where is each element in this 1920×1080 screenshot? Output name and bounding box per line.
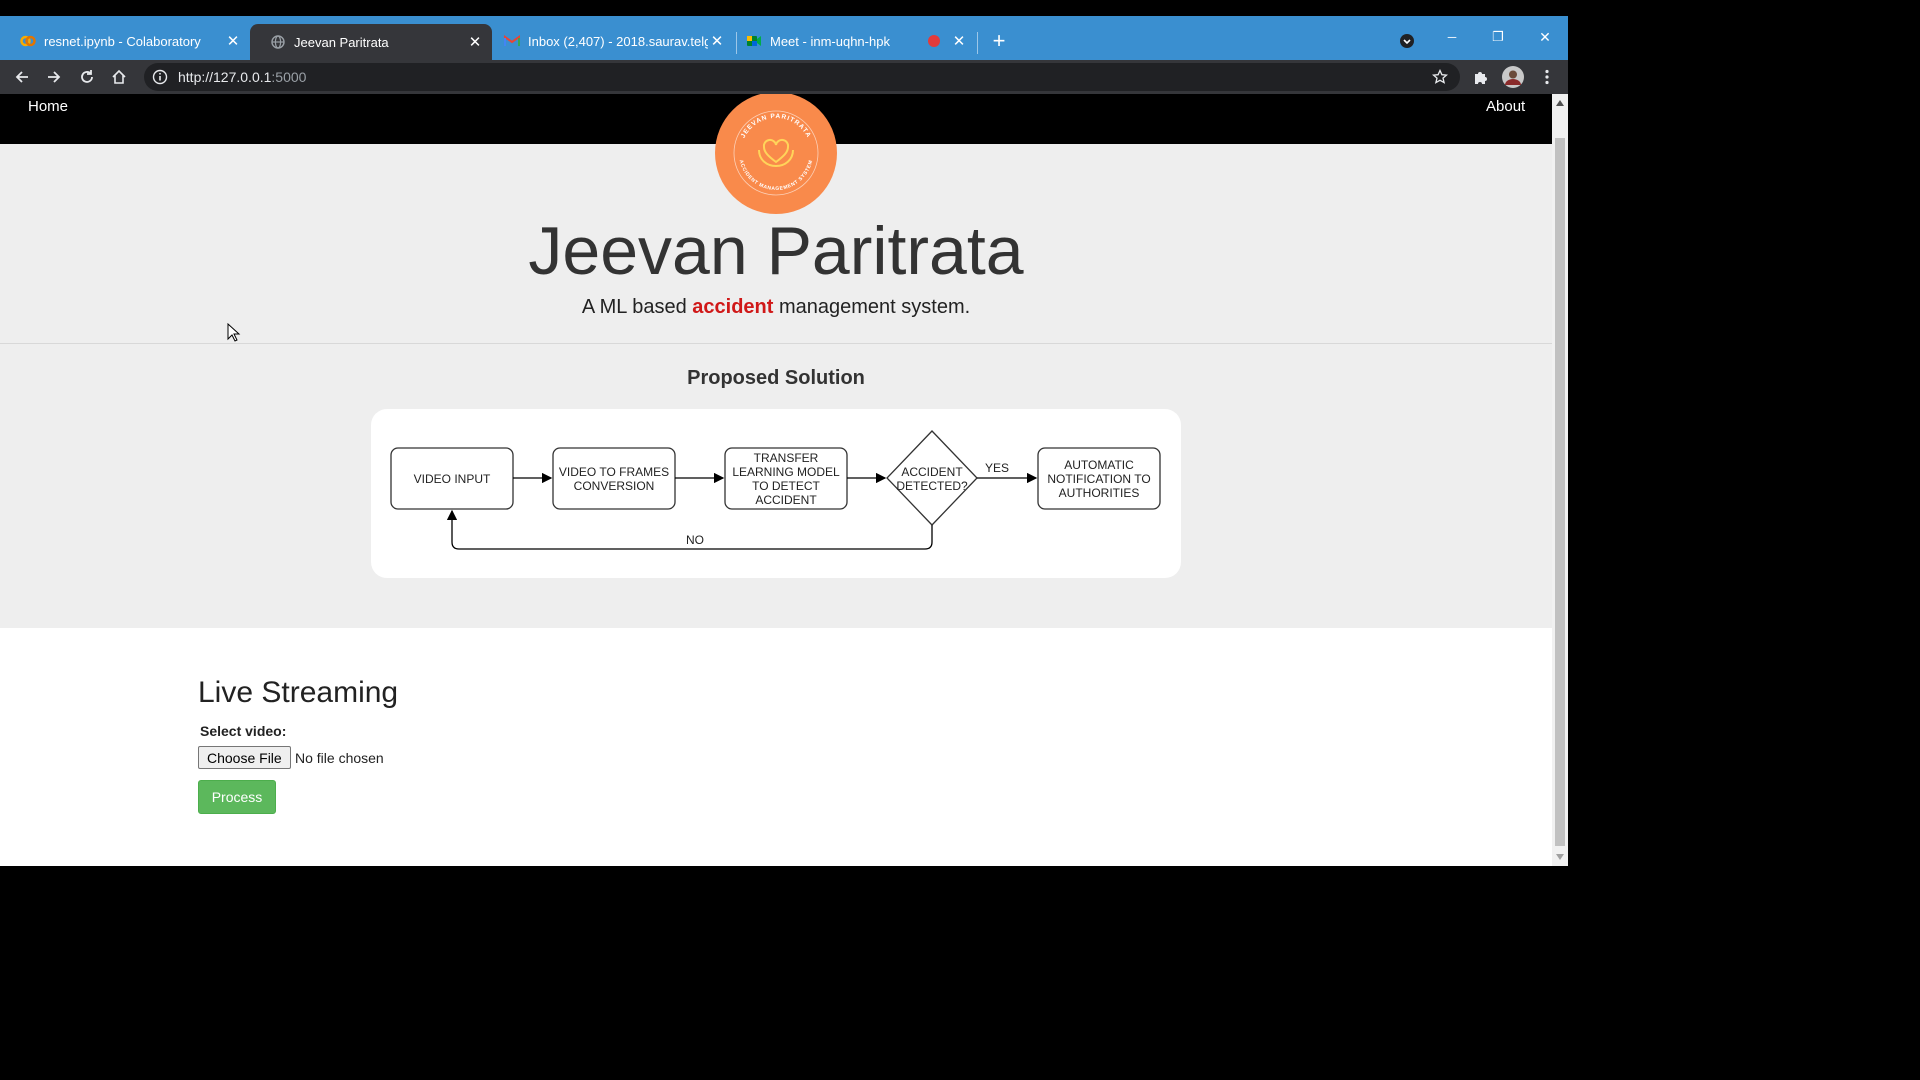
tab-title: Meet - inm-uqhn-hpk xyxy=(770,33,890,49)
close-tab-icon[interactable]: ✕ xyxy=(224,32,242,50)
avatar-icon xyxy=(1502,66,1524,88)
svg-text:ACCIDENT MANAGEMENT SYSTEM: ACCIDENT MANAGEMENT SYSTEM xyxy=(738,159,815,192)
process-button[interactable]: Process xyxy=(198,780,276,814)
site-logo: JEEVAN PARITRATA ACCIDENT MANAGEMENT SYS… xyxy=(715,94,837,214)
svg-text:LEARNING MODEL: LEARNING MODEL xyxy=(732,465,840,479)
tab-meet[interactable]: Meet - inm-uqhn-hpk ✕ xyxy=(738,24,976,58)
heart-hands-icon xyxy=(758,138,794,168)
extensions-button[interactable] xyxy=(1469,65,1493,89)
section-title: Proposed Solution xyxy=(687,367,865,389)
url-host: http://127.0.0.1 xyxy=(178,69,272,85)
close-tab-icon[interactable]: ✕ xyxy=(708,32,726,50)
subtitle-suffix: management system. xyxy=(773,296,971,318)
flowchart-card: VIDEO INPUT VIDEO TO FRAMES CONVERSION T… xyxy=(371,409,1181,578)
url-port: :5000 xyxy=(271,69,307,85)
svg-text:JEEVAN PARITRATA: JEEVAN PARITRATA xyxy=(740,113,813,139)
tab-title: Jeevan Paritrata xyxy=(294,34,389,50)
back-button[interactable] xyxy=(10,65,34,89)
tab-separator xyxy=(977,32,978,54)
page-subtitle: A ML based accident management system. xyxy=(0,296,1552,319)
svg-text:ACCIDENT: ACCIDENT xyxy=(755,493,817,507)
profile-avatar[interactable] xyxy=(1501,65,1525,89)
tab-gmail-inbox[interactable]: Inbox (2,407) - 2018.saurav.telge ✕ xyxy=(492,24,734,58)
page-viewport: Home About JEEVAN PARITRATA ACCIDENT MAN… xyxy=(0,94,1552,866)
puzzle-icon xyxy=(1475,72,1487,84)
scroll-down-icon[interactable] xyxy=(1556,854,1564,860)
tab-search-button[interactable] xyxy=(1396,24,1418,58)
close-window-button[interactable]: ✕ xyxy=(1533,20,1557,54)
page-title: Jeevan Paritrata xyxy=(528,213,1024,289)
back-arrow-icon xyxy=(15,71,28,83)
recording-icon xyxy=(928,35,940,47)
tab-colab[interactable]: resnet.ipynb - Colaboratory ✕ xyxy=(0,24,250,58)
node-accident-detected: ACCIDENT DETECTED? xyxy=(886,430,978,526)
chevron-down-icon xyxy=(1400,34,1414,48)
svg-text:AUTHORITIES: AUTHORITIES xyxy=(1059,486,1140,500)
svg-text:NOTIFICATION TO: NOTIFICATION TO xyxy=(1047,472,1150,486)
subtitle-accent: accident xyxy=(692,296,774,318)
reload-button[interactable] xyxy=(75,65,99,89)
node-transfer-learning: TRANSFER LEARNING MODEL TO DETECT ACCIDE… xyxy=(724,447,848,510)
vertical-scrollbar[interactable] xyxy=(1552,94,1568,866)
svg-text:AUTOMATIC: AUTOMATIC xyxy=(1064,458,1134,472)
nav-home-link[interactable]: Home xyxy=(28,98,68,115)
subtitle-prefix: A ML based xyxy=(581,296,693,318)
select-video-label: Select video: xyxy=(200,723,287,739)
file-status-text: No file chosen xyxy=(295,750,384,766)
scroll-up-icon[interactable] xyxy=(1556,100,1564,106)
star-icon[interactable] xyxy=(1432,69,1448,85)
window-bottom-strip xyxy=(0,866,1568,882)
svg-text:TO DETECT: TO DETECT xyxy=(752,479,820,493)
browser-toolbar: http://127.0.0.1:5000 xyxy=(0,60,1568,94)
divider xyxy=(0,343,1552,344)
live-streaming-section: Live Streaming Select video: Choose File… xyxy=(0,628,1552,866)
svg-text:VIDEO INPUT: VIDEO INPUT xyxy=(414,472,491,486)
close-tab-icon[interactable]: ✕ xyxy=(466,33,484,51)
mouse-cursor-icon xyxy=(227,323,241,342)
url-text: http://127.0.0.1:5000 xyxy=(178,69,306,85)
node-video-to-frames: VIDEO TO FRAMES CONVERSION xyxy=(552,447,676,510)
flowchart: VIDEO INPUT VIDEO TO FRAMES CONVERSION T… xyxy=(390,430,1161,550)
close-tab-icon[interactable]: ✕ xyxy=(950,32,968,50)
window-top-strip xyxy=(0,0,1568,16)
tab-jeevan-paritrata[interactable]: Jeevan Paritrata ✕ xyxy=(250,24,492,60)
node-automatic-notification: AUTOMATIC NOTIFICATION TO AUTHORITIES xyxy=(1037,447,1161,510)
svg-text:TRANSFER: TRANSFER xyxy=(754,451,819,465)
section-heading: Live Streaming xyxy=(198,676,399,709)
node-video-input: VIDEO INPUT xyxy=(390,447,514,510)
meet-icon xyxy=(746,33,762,49)
kebab-menu-icon xyxy=(1545,69,1549,85)
globe-icon xyxy=(270,34,286,50)
svg-text:VIDEO TO FRAMES: VIDEO TO FRAMES xyxy=(559,465,669,479)
svg-text:ACCIDENT: ACCIDENT xyxy=(901,465,963,479)
logo-top-text: JEEVAN PARITRATA xyxy=(740,113,812,139)
scrollbar-thumb[interactable] xyxy=(1555,138,1565,846)
home-icon xyxy=(112,69,126,84)
info-icon xyxy=(152,69,168,85)
home-button[interactable] xyxy=(107,65,131,89)
no-label: NO xyxy=(686,533,704,547)
tab-bar: resnet.ipynb - Colaboratory ✕ Jeevan Par… xyxy=(0,16,1568,60)
new-tab-button[interactable]: + xyxy=(987,24,1011,58)
tab-title: resnet.ipynb - Colaboratory xyxy=(44,33,201,49)
menu-button[interactable] xyxy=(1535,65,1559,89)
logo-bottom-text: ACCIDENT MANAGEMENT SYSTEM xyxy=(738,159,814,192)
reload-icon xyxy=(81,70,93,83)
tab-title: Inbox (2,407) - 2018.saurav.telge xyxy=(528,33,708,49)
colab-icon xyxy=(20,33,36,49)
restore-button[interactable]: ❐ xyxy=(1486,20,1510,54)
choose-file-button[interactable]: Choose File xyxy=(198,746,291,769)
yes-label: YES xyxy=(985,461,1009,475)
address-bar[interactable]: http://127.0.0.1:5000 xyxy=(144,63,1460,91)
nav-about-link[interactable]: About xyxy=(1486,98,1525,115)
forward-arrow-icon xyxy=(48,71,61,83)
gmail-icon xyxy=(504,33,520,49)
svg-text:DETECTED?: DETECTED? xyxy=(896,479,968,493)
tab-separator xyxy=(736,32,737,54)
forward-button[interactable] xyxy=(42,65,66,89)
minimize-button[interactable]: ─ xyxy=(1440,20,1464,54)
svg-text:CONVERSION: CONVERSION xyxy=(574,479,655,493)
